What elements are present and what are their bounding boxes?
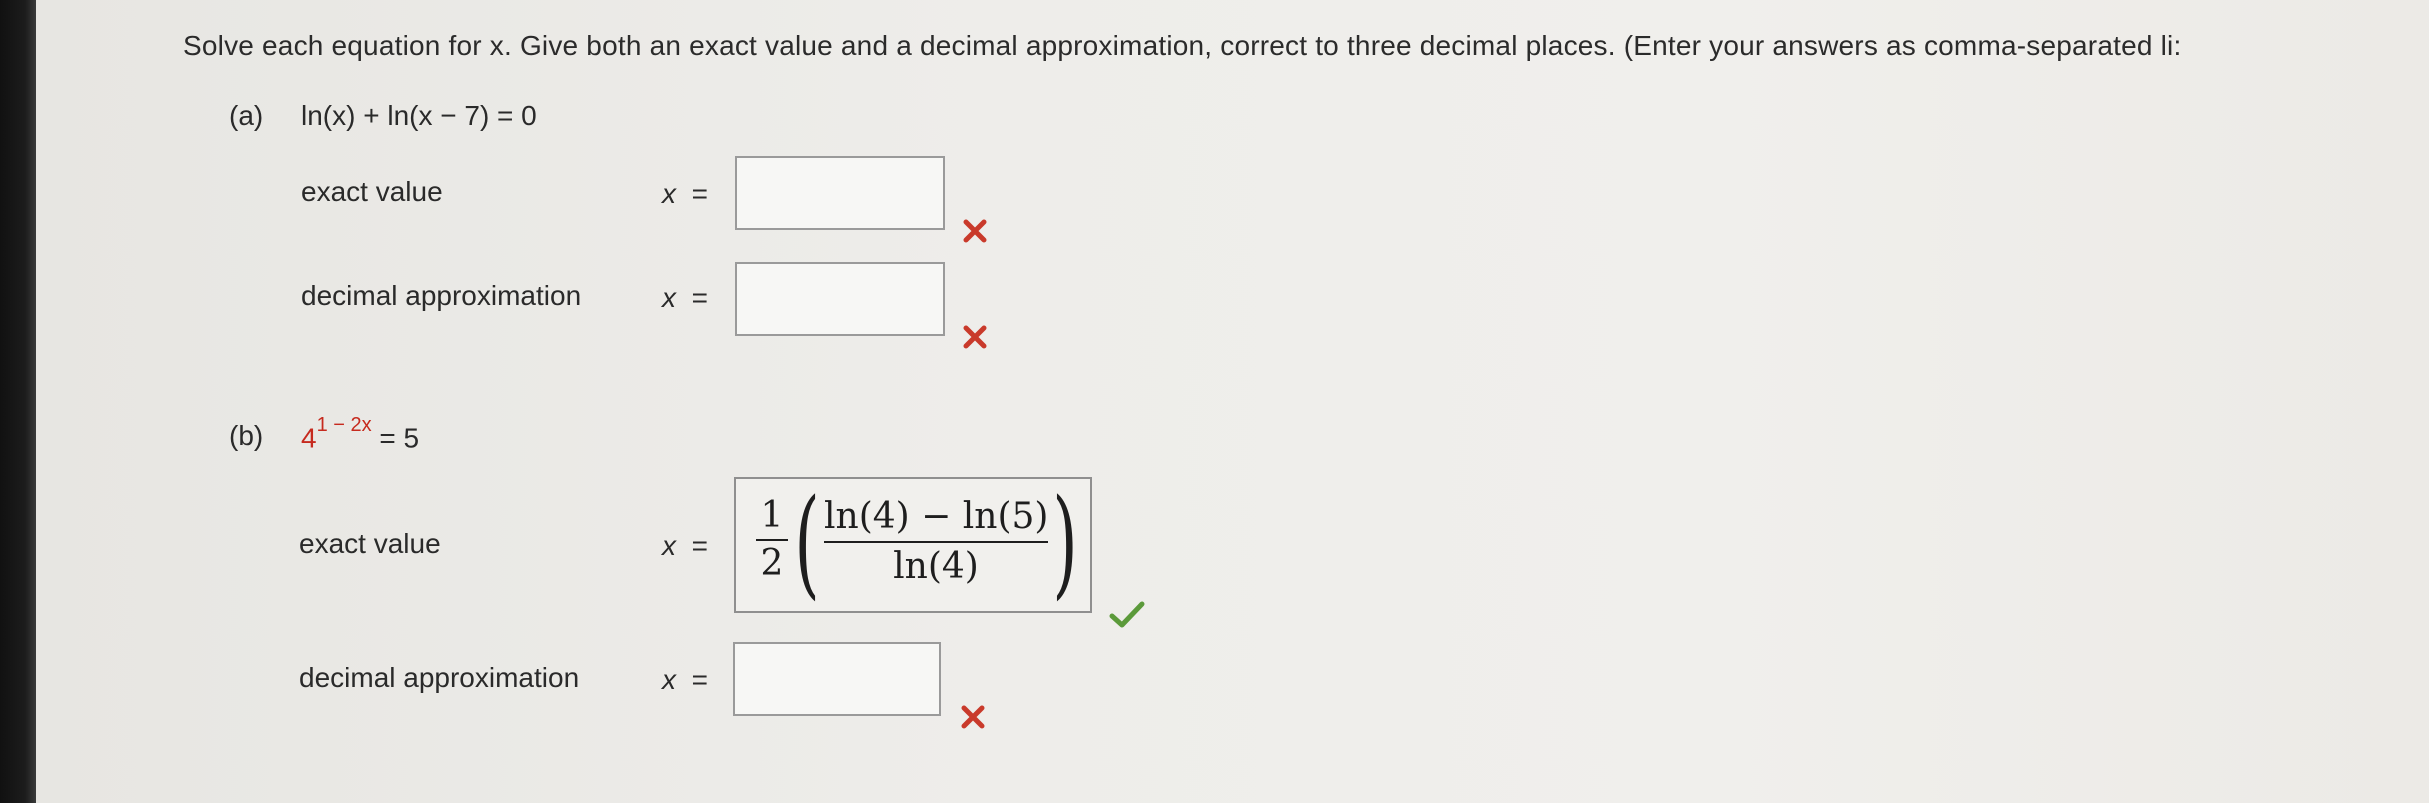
half-fraction: 1 2 bbox=[756, 497, 788, 583]
part-a-decimal-input[interactable] bbox=[735, 262, 945, 336]
right-paren: ) bbox=[1052, 473, 1078, 611]
part-a-decimal-label: decimal approximation bbox=[301, 280, 582, 311]
part-b-label: (b) bbox=[229, 420, 264, 451]
part-b-exact-input[interactable]: 1 2 ( ln(4) − ln(5) ln(4) ) bbox=[734, 477, 1092, 613]
part-a-exact-x-equals: x = bbox=[662, 178, 708, 209]
problem-instructions: Solve each equation for x. Give both an … bbox=[183, 30, 2182, 61]
log-numerator: ln(4) − ln(5) bbox=[824, 496, 1049, 537]
x-mark-icon bbox=[963, 219, 987, 243]
part-b-decimal-input[interactable] bbox=[733, 642, 941, 716]
part-b-decimal-label: decimal approximation bbox=[299, 662, 580, 693]
screen-bezel bbox=[0, 0, 36, 803]
part-b-exponent: 1 − 2x bbox=[316, 414, 372, 436]
log-fraction: ln(4) − ln(5) ln(4) bbox=[824, 497, 1048, 587]
part-a-equation: ln(x) + ln(x − 7) = 0 bbox=[301, 100, 537, 131]
part-b-decimal-x-equals: x = bbox=[662, 664, 708, 695]
part-b-exact-math: 1 2 ( ln(4) − ln(5) ln(4) ) bbox=[736, 479, 1090, 611]
check-mark-icon bbox=[1109, 601, 1145, 628]
part-b-equation: 41 − 2x = 5 bbox=[301, 414, 420, 454]
x-mark-icon bbox=[963, 325, 987, 349]
part-b-exact-label: exact value bbox=[299, 528, 441, 559]
part-a-decimal-x-equals: x = bbox=[662, 282, 708, 313]
x-mark-icon bbox=[961, 705, 985, 729]
fraction-bar bbox=[756, 539, 788, 541]
part-b-base: 4 bbox=[301, 422, 317, 454]
left-paren: ( bbox=[794, 473, 820, 611]
part-a-exact-input[interactable] bbox=[735, 156, 945, 230]
half-numerator: 1 bbox=[760, 495, 784, 536]
fraction-bar bbox=[824, 541, 1048, 543]
part-b-exact-x-equals: x = bbox=[662, 530, 708, 561]
part-b-rhs: = 5 bbox=[379, 422, 420, 454]
log-denominator: ln(4) bbox=[893, 546, 979, 587]
part-a-exact-label: exact value bbox=[301, 176, 443, 207]
part-a-label: (a) bbox=[229, 100, 264, 131]
half-denominator: 2 bbox=[760, 543, 784, 584]
